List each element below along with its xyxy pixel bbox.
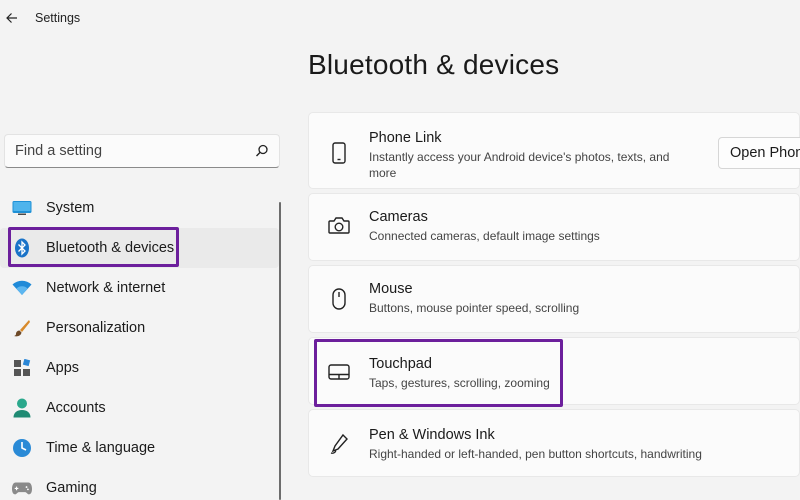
card-title: Cameras bbox=[369, 209, 428, 225]
bluetooth-icon bbox=[12, 238, 32, 258]
card-description: Right-handed or left-handed, pen button … bbox=[369, 447, 702, 461]
sidebar-item-label: Accounts bbox=[46, 400, 106, 416]
sidebar-nav: System Bluetooth & devices Network & int… bbox=[0, 188, 279, 500]
card-cameras[interactable]: Cameras Connected cameras, default image… bbox=[308, 193, 800, 261]
back-button[interactable] bbox=[1, 7, 23, 29]
phone-icon bbox=[309, 130, 369, 164]
touchpad-icon bbox=[309, 356, 369, 380]
search-box[interactable] bbox=[4, 134, 280, 168]
clock-globe-icon bbox=[12, 438, 32, 458]
card-touchpad[interactable]: Touchpad Taps, gestures, scrolling, zoom… bbox=[308, 337, 800, 405]
card-pen-windows-ink[interactable]: Pen & Windows Ink Right-handed or left-h… bbox=[308, 409, 800, 477]
sidebar-item-gaming[interactable]: Gaming bbox=[0, 468, 279, 500]
card-description: Taps, gestures, scrolling, zooming bbox=[369, 376, 550, 390]
sidebar-item-accounts[interactable]: Accounts bbox=[0, 388, 279, 428]
card-title: Pen & Windows Ink bbox=[369, 427, 495, 443]
sidebar-item-label: Network & internet bbox=[46, 280, 166, 296]
page-title: Bluetooth & devices bbox=[308, 49, 560, 80]
sidebar-item-label: System bbox=[46, 200, 95, 216]
camera-icon bbox=[309, 209, 369, 235]
card-description: Connected cameras, default image setting… bbox=[369, 229, 600, 243]
sidebar-item-bluetooth-devices[interactable]: Bluetooth & devices bbox=[0, 228, 279, 268]
sidebar-scrollbar[interactable] bbox=[279, 202, 281, 500]
wifi-icon bbox=[12, 278, 32, 298]
sidebar-item-personalization[interactable]: Personalization bbox=[0, 308, 279, 348]
card-title: Mouse bbox=[369, 281, 413, 297]
sidebar-item-time-language[interactable]: Time & language bbox=[0, 428, 279, 468]
back-arrow-icon bbox=[6, 13, 17, 23]
person-icon bbox=[12, 398, 32, 418]
gamepad-icon bbox=[12, 478, 32, 498]
settings-cards: Phone Link Instantly access your Android… bbox=[308, 112, 800, 481]
search-input[interactable] bbox=[15, 143, 255, 159]
search-icon[interactable] bbox=[255, 144, 269, 158]
sidebar-item-label: Time & language bbox=[46, 440, 156, 456]
pen-icon bbox=[309, 427, 369, 455]
monitor-icon bbox=[12, 198, 32, 218]
card-title: Phone Link bbox=[369, 130, 442, 146]
app-title: Settings bbox=[35, 11, 81, 25]
mouse-icon bbox=[309, 281, 369, 310]
sidebar-item-label: Bluetooth & devices bbox=[46, 240, 175, 256]
card-description: Instantly access your Android device's p… bbox=[369, 150, 670, 180]
sidebar-item-system[interactable]: System bbox=[0, 188, 279, 228]
settings-window: Settings System bbox=[0, 0, 800, 500]
paintbrush-icon bbox=[12, 318, 32, 338]
sidebar-item-network-internet[interactable]: Network & internet bbox=[0, 268, 279, 308]
card-phone-link[interactable]: Phone Link Instantly access your Android… bbox=[308, 112, 800, 189]
card-description: Buttons, mouse pointer speed, scrolling bbox=[369, 301, 580, 315]
sidebar-item-label: Apps bbox=[46, 360, 80, 376]
sidebar-item-label: Personalization bbox=[46, 320, 146, 336]
sidebar-item-apps[interactable]: Apps bbox=[0, 348, 279, 388]
apps-icon bbox=[12, 358, 32, 378]
card-title: Touchpad bbox=[369, 356, 432, 372]
card-mouse[interactable]: Mouse Buttons, mouse pointer speed, scro… bbox=[308, 265, 800, 333]
title-bar: Settings bbox=[0, 0, 800, 36]
open-phone-link-button[interactable]: Open Phone Link bbox=[718, 137, 800, 169]
sidebar-item-label: Gaming bbox=[46, 480, 97, 496]
